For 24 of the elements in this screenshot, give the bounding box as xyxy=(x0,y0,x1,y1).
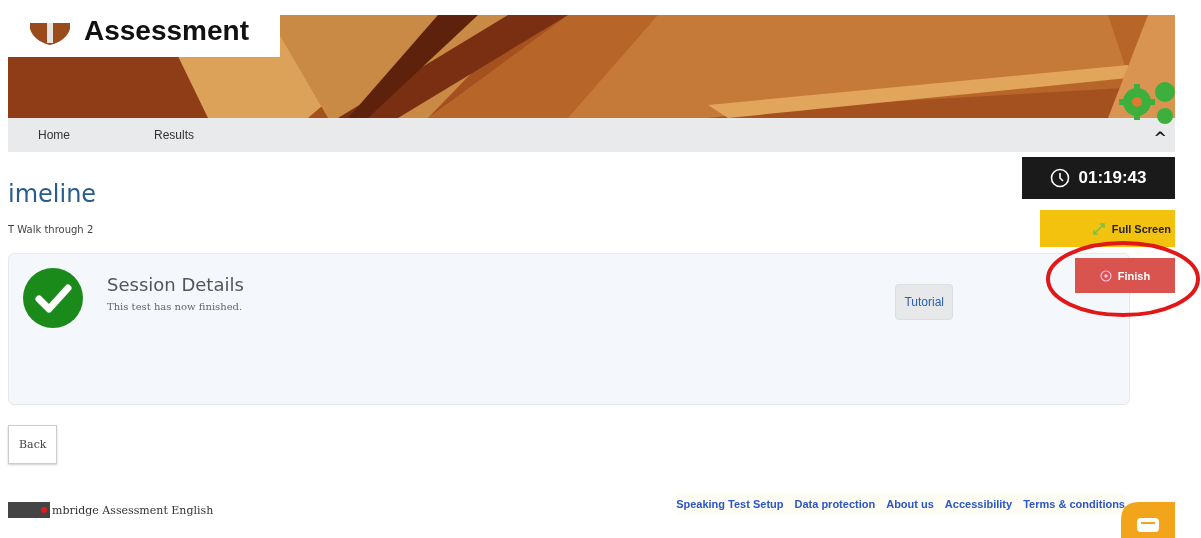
timer-text: 01:19:43 xyxy=(1078,168,1147,188)
page-subtitle: T Walk through 2 xyxy=(8,224,94,235)
session-title: Session Details xyxy=(107,274,245,295)
brand-name: mbridge Assessment English xyxy=(52,503,214,517)
logo-text: Assessment xyxy=(84,17,249,45)
page-title: imeline xyxy=(8,180,97,208)
full-screen-button[interactable]: Full Screen xyxy=(1040,210,1175,247)
stop-icon xyxy=(1099,269,1112,282)
finish-button[interactable]: Finish xyxy=(1075,258,1175,293)
footer-link[interactable]: Data protection xyxy=(794,498,876,510)
session-status: This test has now finished. xyxy=(107,301,244,312)
brand-logo-icon xyxy=(8,502,50,518)
tutorial-button[interactable]: Tutorial xyxy=(895,284,953,320)
crest-icon xyxy=(30,23,70,45)
footer-link[interactable]: Terms & conditions xyxy=(1023,498,1125,510)
footer-link[interactable]: Speaking Test Setup xyxy=(676,498,784,510)
collapse-button[interactable]: ^ xyxy=(1153,128,1167,147)
expand-icon xyxy=(1091,221,1106,236)
nav-link[interactable]: Home xyxy=(38,128,70,142)
nav-link[interactable]: Results xyxy=(154,128,195,142)
footer-link[interactable]: Accessibility xyxy=(944,498,1013,510)
footer-link[interactable]: About us xyxy=(886,498,934,510)
clock-icon xyxy=(1050,168,1071,188)
back-button[interactable]: Back xyxy=(8,425,58,464)
